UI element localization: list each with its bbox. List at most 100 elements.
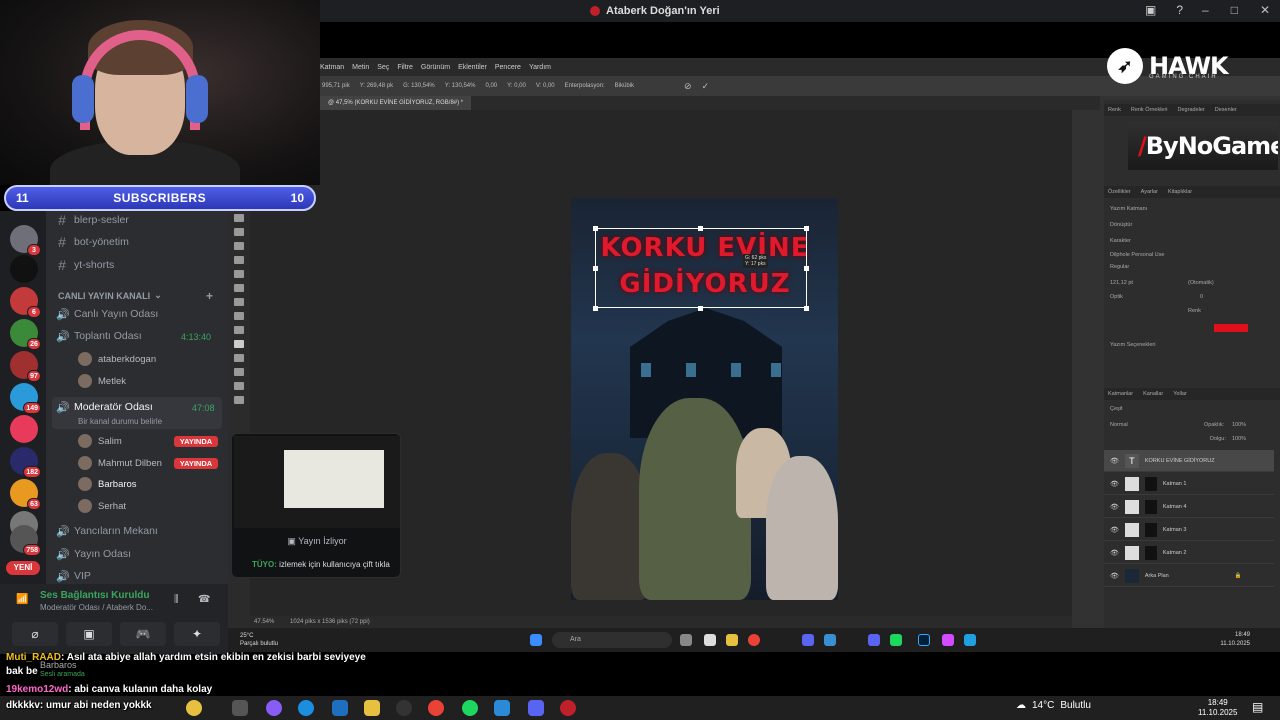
- rectangle-tool-icon[interactable]: [234, 368, 244, 376]
- font-family-select[interactable]: Dilphole Personal Use: [1110, 252, 1164, 258]
- tracking-field[interactable]: 0: [1200, 294, 1203, 300]
- transform-handle[interactable]: [593, 226, 598, 231]
- watch-stream-label[interactable]: ▣ Yayın İzliyor: [232, 536, 402, 547]
- outlook-icon[interactable]: [332, 700, 348, 716]
- stream-preview-popup[interactable]: ▣ Yayın İzliyor TÜYO: izlemek için kulla…: [231, 433, 401, 578]
- app-icon[interactable]: [964, 634, 976, 646]
- font-style-select[interactable]: Regular: [1110, 264, 1129, 270]
- server-icon[interactable]: 6: [10, 287, 41, 318]
- eye-icon[interactable]: 👁: [1110, 549, 1119, 557]
- voice-channel-path[interactable]: Moderatör Odası / Ataberk Do...: [40, 603, 153, 612]
- channel-blerp-sesler[interactable]: # blerp-sesler: [56, 211, 129, 229]
- gradient-tool-icon[interactable]: [234, 284, 244, 292]
- ps-option-field[interactable]: V: 0,00: [536, 83, 555, 89]
- blend-mode-select[interactable]: Normal: [1110, 422, 1128, 428]
- ps-menu-item[interactable]: Eklentiler: [458, 64, 487, 71]
- transform-handle[interactable]: [804, 306, 809, 311]
- eye-icon[interactable]: 👁: [1110, 480, 1119, 488]
- layer-row[interactable]: 👁 Katman 1: [1104, 473, 1274, 495]
- fill-field[interactable]: 100%: [1232, 436, 1246, 442]
- leading-field[interactable]: (Otomatik): [1188, 280, 1214, 286]
- app-icon[interactable]: [704, 634, 716, 646]
- panel-tab[interactable]: Renk Örnekleri: [1131, 104, 1168, 116]
- add-channel-icon[interactable]: +: [206, 289, 213, 303]
- character-section[interactable]: Karakter: [1110, 238, 1131, 244]
- chrome-icon[interactable]: [748, 634, 760, 646]
- eye-icon[interactable]: 👁: [1110, 526, 1119, 534]
- zoom-level[interactable]: 47.54%: [254, 619, 274, 625]
- app-icon[interactable]: [942, 634, 954, 646]
- voice-user[interactable]: Serhat: [78, 497, 126, 515]
- edge-icon[interactable]: [298, 700, 314, 716]
- text-color-swatch[interactable]: [1214, 324, 1248, 332]
- panel-tab[interactable]: Ayarlar: [1141, 186, 1158, 198]
- server-icon[interactable]: 3: [10, 225, 41, 256]
- camera-off-button[interactable]: ⌀: [12, 622, 58, 646]
- layer-row[interactable]: 👁 Katman 3: [1104, 519, 1274, 541]
- pencil-tool-icon[interactable]: [234, 228, 244, 236]
- ps-interp-select[interactable]: Bikübik: [615, 83, 634, 89]
- dodge-tool-icon[interactable]: [234, 312, 244, 320]
- voice-status[interactable]: Ses Bağlantısı Kuruldu: [40, 590, 149, 601]
- opacity-field[interactable]: 100%: [1232, 422, 1246, 428]
- ps-menu-item[interactable]: Görünüm: [421, 64, 450, 71]
- maximize-icon[interactable]: □: [1231, 3, 1238, 17]
- voice-user[interactable]: Barbaros: [78, 475, 137, 493]
- ps-menu-item[interactable]: Yardım: [529, 64, 551, 71]
- app-icon[interactable]: [560, 700, 576, 716]
- eye-icon[interactable]: 👁: [1110, 503, 1119, 511]
- voice-yancilar[interactable]: 🔊 Yancıların Mekanı: [56, 522, 158, 540]
- voice-user[interactable]: Mahmut Dilben: [78, 454, 162, 472]
- eye-icon[interactable]: 👁: [1110, 572, 1119, 580]
- panel-tab[interactable]: Renk: [1108, 104, 1121, 116]
- eraser-tool-icon[interactable]: [234, 270, 244, 278]
- transform-bounding-box[interactable]: [595, 228, 807, 308]
- ps-menu-item[interactable]: Katman: [320, 64, 344, 71]
- spotify-icon[interactable]: [462, 700, 478, 716]
- ps-option-field[interactable]: 0,00: [485, 83, 497, 89]
- blur-tool-icon[interactable]: [234, 298, 244, 306]
- windows-start-icon[interactable]: [530, 634, 542, 646]
- chrome-icon[interactable]: [428, 700, 444, 716]
- soundboard-button[interactable]: ✦: [174, 622, 220, 646]
- voice-moderator[interactable]: 🔊 Moderatör Odası: [56, 398, 153, 416]
- server-icon[interactable]: [10, 415, 38, 443]
- captured-clock[interactable]: 18:49 11.10.2025: [1220, 631, 1250, 649]
- xbox-icon[interactable]: [396, 700, 412, 716]
- app-icon[interactable]: [494, 700, 510, 716]
- panel-tab[interactable]: Özellikler: [1108, 186, 1131, 198]
- close-icon[interactable]: ✕: [1260, 3, 1270, 17]
- layer-row[interactable]: 👁 Katman 4: [1104, 496, 1274, 518]
- screen-share-button[interactable]: ▣: [66, 622, 112, 646]
- server-icon[interactable]: 758: [10, 525, 41, 556]
- ps-option-field[interactable]: Y: 130,54%: [445, 83, 476, 89]
- ps-menu-item[interactable]: Filtre: [397, 64, 413, 71]
- transform-handle[interactable]: [804, 226, 809, 231]
- voice-user[interactable]: Salim: [78, 432, 122, 450]
- minimize-icon[interactable]: –: [1202, 3, 1209, 17]
- font-size-field[interactable]: 121,12 pt: [1110, 280, 1133, 286]
- brush-tool-icon[interactable]: [234, 214, 244, 222]
- server-icon[interactable]: 182: [10, 447, 41, 478]
- ps-option-field[interactable]: Y: 0,00: [507, 83, 526, 89]
- file-explorer-icon[interactable]: [364, 700, 380, 716]
- disconnect-icon[interactable]: ☎: [198, 594, 210, 605]
- transform-handle[interactable]: [593, 306, 598, 311]
- channel-bot-yonetim[interactable]: # bot-yönetim: [56, 233, 129, 251]
- copilot-app-icon[interactable]: [266, 700, 282, 716]
- taskbar-clock[interactable]: 18:49 11.10.2025: [1198, 698, 1237, 718]
- ps-doc-tab[interactable]: @ 47,5% (KORKU EVİNE GİDİYORUZ, RGB/8#) …: [320, 96, 472, 110]
- discord-icon[interactable]: [802, 634, 814, 646]
- text-tool-icon[interactable]: [234, 340, 244, 348]
- voice-user[interactable]: Metlek: [78, 372, 126, 390]
- zoom-tool-icon[interactable]: [234, 396, 244, 404]
- voice-canli-yayin[interactable]: 🔊 Canlı Yayın Odası: [56, 305, 158, 323]
- kerning-field[interactable]: Optik: [1110, 294, 1123, 300]
- panel-tab[interactable]: Katmanlar: [1108, 388, 1133, 400]
- ps-option-field[interactable]: G: 130,54%: [403, 83, 435, 89]
- discord-icon[interactable]: [868, 634, 880, 646]
- layer-row[interactable]: 👁 T KORKU EVİNE GİDİYORUZ: [1104, 450, 1274, 472]
- captured-search[interactable]: Ara: [552, 632, 672, 648]
- server-icon[interactable]: 26: [10, 319, 41, 350]
- pen-tool-icon[interactable]: [234, 326, 244, 334]
